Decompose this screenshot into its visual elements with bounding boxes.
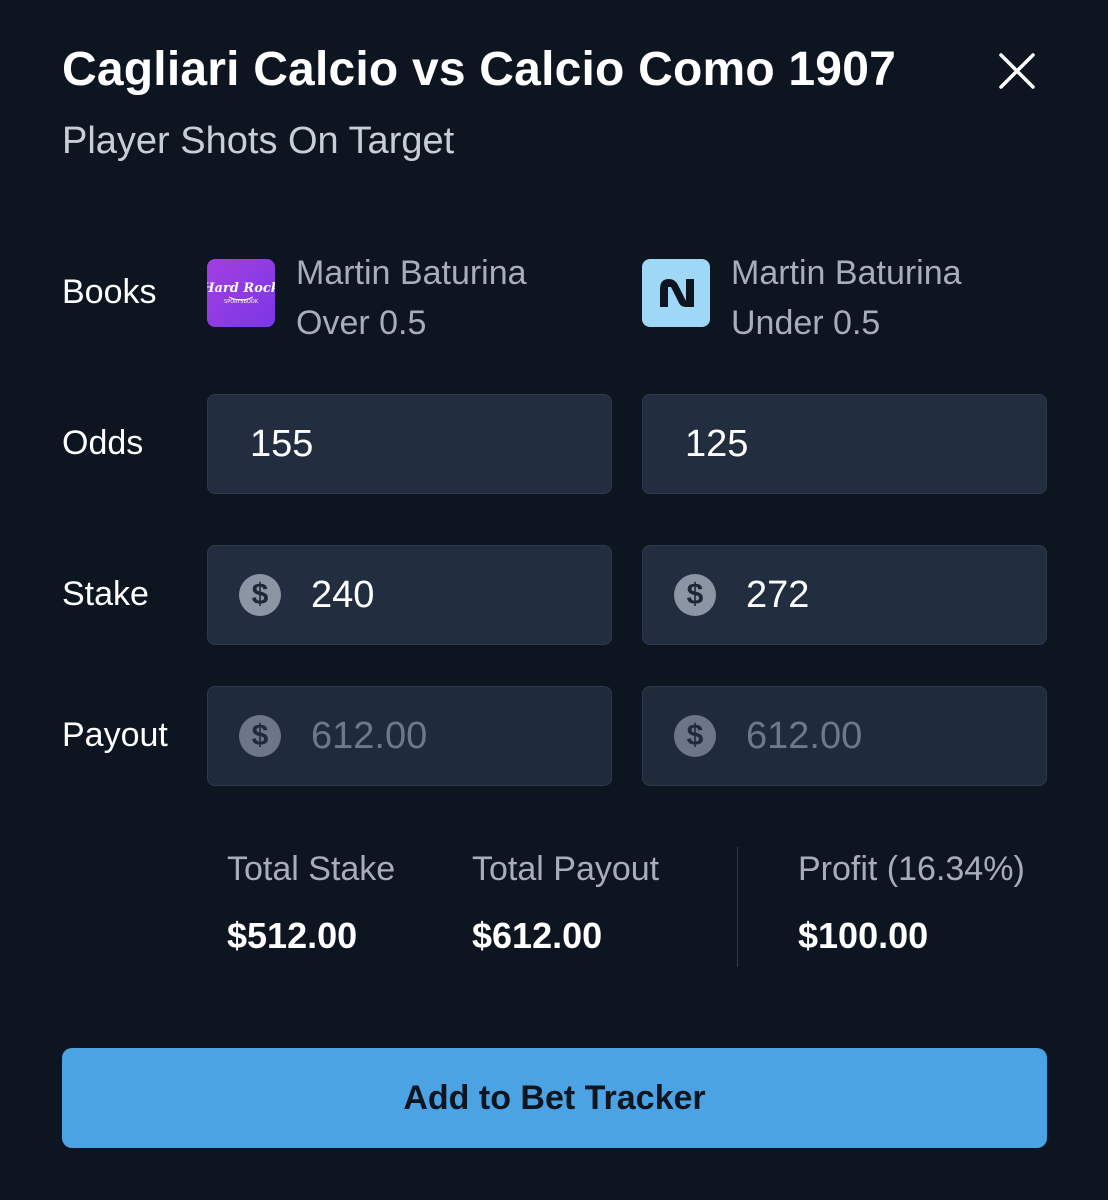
market-subtitle: Player Shots On Target xyxy=(62,120,455,162)
add-to-bet-tracker-button[interactable]: Add to Bet Tracker xyxy=(62,1048,1047,1148)
payout-label: Payout xyxy=(62,716,168,754)
logo-wordmark: Hard Rock xyxy=(207,281,275,296)
profit-value: $100.00 xyxy=(798,915,929,956)
books-label: Books xyxy=(62,273,157,311)
total-payout-label: Total Payout xyxy=(472,850,660,888)
dollar-icon: $ xyxy=(674,574,716,616)
stake-value: 240 xyxy=(311,573,375,616)
payout-value: 612.00 xyxy=(746,714,863,757)
book-option-over: Hard Rock SPORTSBOOK Martin Baturina Ove… xyxy=(207,248,527,348)
book-player-name: Martin Baturina xyxy=(731,254,962,292)
payout-field-under: $ 612.00 xyxy=(642,686,1047,786)
payout-value: 612.00 xyxy=(311,714,428,757)
book-option-under: Martin Baturina Under 0.5 xyxy=(642,248,962,348)
close-icon xyxy=(999,53,1035,89)
odds-input-over[interactable]: 155 xyxy=(207,394,612,494)
odds-label: Odds xyxy=(62,424,144,462)
total-stake-label: Total Stake xyxy=(227,850,396,888)
book-player-name: Martin Baturina xyxy=(296,254,527,292)
bet-calculator-modal: Cagliari Calcio vs Calcio Como 1907 Play… xyxy=(0,0,1108,1200)
novig-logo xyxy=(642,259,710,327)
stake-value: 272 xyxy=(746,573,810,616)
dollar-icon: $ xyxy=(674,715,716,757)
book-line: Under 0.5 xyxy=(731,304,881,342)
close-button[interactable] xyxy=(994,48,1040,94)
dollar-icon: $ xyxy=(239,715,281,757)
odds-input-under[interactable]: 125 xyxy=(642,394,1047,494)
odds-value: 125 xyxy=(685,422,749,465)
hard-rock-sportsbook-logo: Hard Rock SPORTSBOOK xyxy=(207,259,275,327)
total-payout-value: $612.00 xyxy=(472,915,603,956)
summary-divider xyxy=(737,847,738,967)
stake-input-under[interactable]: $ 272 xyxy=(642,545,1047,645)
page-title: Cagliari Calcio vs Calcio Como 1907 xyxy=(62,43,896,96)
payout-field-over: $ 612.00 xyxy=(207,686,612,786)
profit-label: Profit (16.34%) xyxy=(798,850,1025,888)
dollar-icon: $ xyxy=(239,574,281,616)
book-line: Over 0.5 xyxy=(296,304,427,342)
stake-input-over[interactable]: $ 240 xyxy=(207,545,612,645)
total-stake-value: $512.00 xyxy=(227,915,358,956)
stake-label: Stake xyxy=(62,575,149,613)
odds-value: 155 xyxy=(250,422,314,465)
